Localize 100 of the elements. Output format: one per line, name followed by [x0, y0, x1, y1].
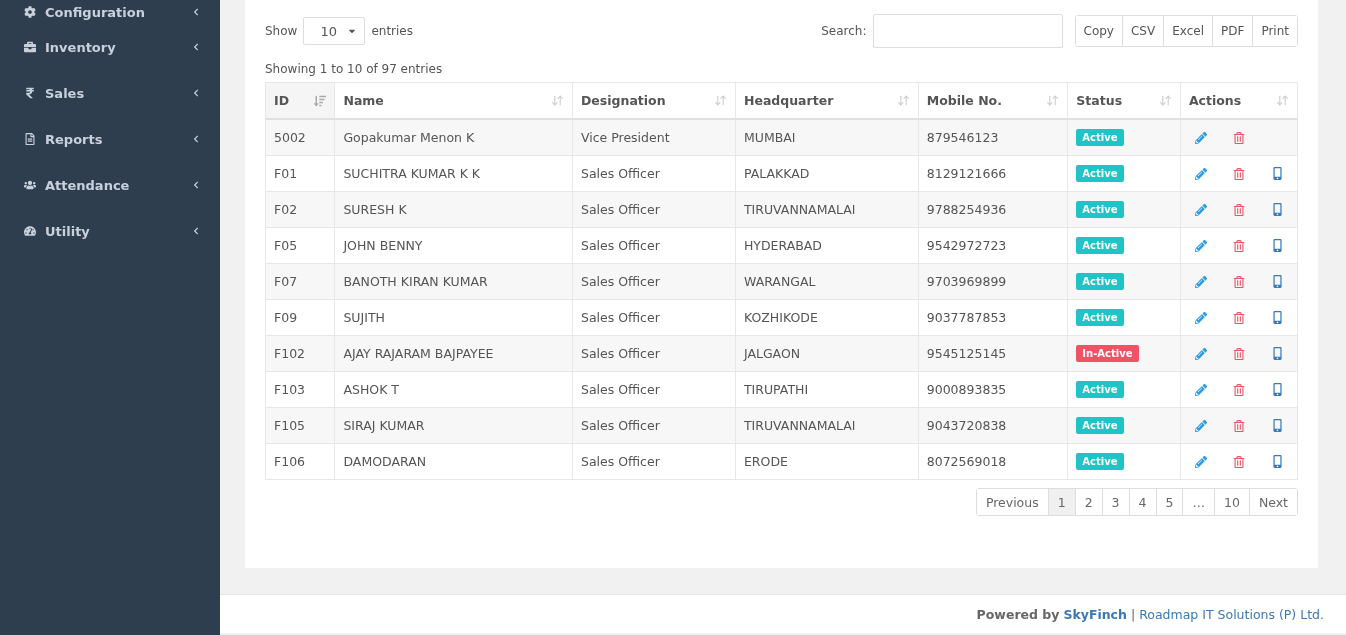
status-badge: Active — [1076, 381, 1124, 398]
delete-icon[interactable] — [1232, 383, 1245, 396]
mobile-icon[interactable] — [1271, 203, 1284, 216]
entries-info: Showing 1 to 10 of 97 entries — [265, 62, 444, 76]
edit-icon[interactable] — [1194, 239, 1207, 252]
search-field[interactable] — [872, 14, 1063, 48]
designation-cell: Sales Officer — [572, 155, 736, 192]
edit-icon[interactable] — [1194, 311, 1207, 324]
mobile-icon[interactable] — [1271, 311, 1284, 324]
sidebar-item-label: Sales — [45, 85, 85, 101]
name-cell: BANOTH KIRAN KUMAR — [334, 263, 573, 300]
id-cell: F102 — [265, 335, 335, 372]
delete-icon[interactable] — [1232, 275, 1245, 288]
name-cell: SUJITH — [334, 299, 573, 336]
id-cell: F02 — [265, 191, 335, 228]
chevron-icon — [192, 181, 200, 189]
status-badge: Active — [1076, 453, 1124, 470]
mobile-icon[interactable] — [1271, 383, 1284, 396]
headquarter-cell: KOZHIKODE — [735, 299, 919, 336]
delete-icon[interactable] — [1232, 239, 1245, 252]
edit-icon[interactable] — [1194, 131, 1207, 144]
headquarter-cell: HYDERABAD — [735, 227, 919, 264]
mobile-cell: 9703969899 — [918, 263, 1068, 300]
sidebar-item[interactable]: Attendance — [0, 162, 220, 208]
chevron-icon — [192, 43, 200, 51]
name-cell: DAMODARAN — [334, 443, 573, 480]
designation-cell: Sales Officer — [572, 299, 736, 336]
edit-icon[interactable] — [1194, 419, 1207, 432]
sidebar-item[interactable]: Inventory — [0, 24, 220, 70]
headquarter-cell: TIRUVANNAMALAI — [735, 407, 919, 444]
headquarter-cell: TIRUPATHI — [735, 371, 919, 408]
column-header[interactable]: Name — [334, 82, 573, 119]
column-header[interactable]: Designation — [572, 82, 736, 119]
status-badge: Active — [1076, 237, 1124, 254]
sidebar-item-label: Inventory — [45, 39, 116, 55]
name-cell: SIRAJ KUMAR — [334, 407, 573, 444]
delete-icon[interactable] — [1232, 311, 1245, 324]
column-header[interactable]: Actions — [1180, 82, 1298, 119]
delete-icon[interactable] — [1232, 203, 1245, 216]
delete-icon[interactable] — [1232, 419, 1245, 432]
sidebar-item[interactable]: Reports — [0, 116, 220, 162]
edit-icon[interactable] — [1194, 347, 1207, 360]
export-button[interactable]: Print — [1252, 16, 1297, 46]
edit-icon[interactable] — [1194, 203, 1207, 216]
delete-icon[interactable] — [1232, 455, 1245, 468]
page-size-select[interactable]: 10 — [303, 17, 366, 45]
status-badge: Active — [1076, 309, 1124, 326]
edit-icon[interactable] — [1194, 455, 1207, 468]
chevron-icon — [192, 135, 200, 143]
status-badge: Active — [1076, 129, 1124, 146]
designation-cell: Sales Officer — [572, 335, 736, 372]
delete-icon[interactable] — [1232, 347, 1245, 360]
headquarter-cell: ERODE — [735, 443, 919, 480]
delete-icon[interactable] — [1232, 167, 1245, 180]
page-button[interactable]: Next — [1248, 489, 1297, 515]
sidebar-item[interactable]: Sales — [0, 70, 220, 116]
designation-cell: Vice President — [572, 119, 736, 156]
powered-by-text: Powered by — [976, 606, 1060, 622]
mobile-cell: 9037787853 — [918, 299, 1068, 336]
mobile-icon[interactable] — [1271, 455, 1284, 468]
rupee-icon — [24, 87, 36, 99]
sort-icon — [1046, 94, 1060, 107]
sidebar-item[interactable]: Configuration — [0, 0, 220, 24]
users-icon — [24, 179, 36, 191]
delete-icon[interactable] — [1232, 131, 1245, 144]
name-cell: SURESH K — [334, 191, 573, 228]
sort-icon — [1158, 94, 1172, 107]
chevron-icon — [192, 89, 200, 97]
column-header[interactable]: Status — [1067, 82, 1181, 119]
brand-link[interactable]: SkyFinch — [1063, 606, 1127, 622]
status-badge: Active — [1076, 165, 1124, 182]
edit-icon[interactable] — [1194, 383, 1207, 396]
headquarter-cell: JALGAON — [735, 335, 919, 372]
column-header[interactable]: ID — [265, 82, 335, 119]
column-header[interactable]: Headquarter — [735, 82, 919, 119]
designation-cell: Sales Officer — [572, 407, 736, 444]
mobile-icon[interactable] — [1271, 419, 1284, 432]
headquarter-cell: TIRUVANNAMALAI — [735, 191, 919, 228]
edit-icon[interactable] — [1194, 275, 1207, 288]
id-cell: 5002 — [265, 119, 335, 156]
sidebar-item[interactable]: Utility — [0, 208, 220, 254]
column-header[interactable]: Mobile No. — [918, 82, 1068, 119]
id-cell: F105 — [265, 407, 335, 444]
headquarter-cell: MUMBAI — [735, 119, 919, 156]
separator-text: | — [1130, 606, 1136, 622]
mobile-icon[interactable] — [1271, 239, 1284, 252]
sort-ascending-icon — [314, 94, 327, 107]
status-badge: In-Active — [1076, 345, 1139, 362]
status-badge: Active — [1076, 201, 1124, 218]
briefcase-icon — [24, 41, 36, 53]
mobile-cell: 9545125145 — [918, 335, 1068, 372]
company-link[interactable]: Roadmap IT Solutions (P) Ltd. — [1139, 606, 1324, 622]
mobile-cell: 9043720838 — [918, 407, 1068, 444]
entries-label: entries — [371, 24, 413, 38]
id-cell: F07 — [265, 263, 335, 300]
mobile-icon[interactable] — [1271, 275, 1284, 288]
mobile-icon[interactable] — [1271, 347, 1284, 360]
edit-icon[interactable] — [1194, 167, 1207, 180]
mobile-icon[interactable] — [1271, 167, 1284, 180]
page-button[interactable]: 1 — [1047, 489, 1075, 515]
